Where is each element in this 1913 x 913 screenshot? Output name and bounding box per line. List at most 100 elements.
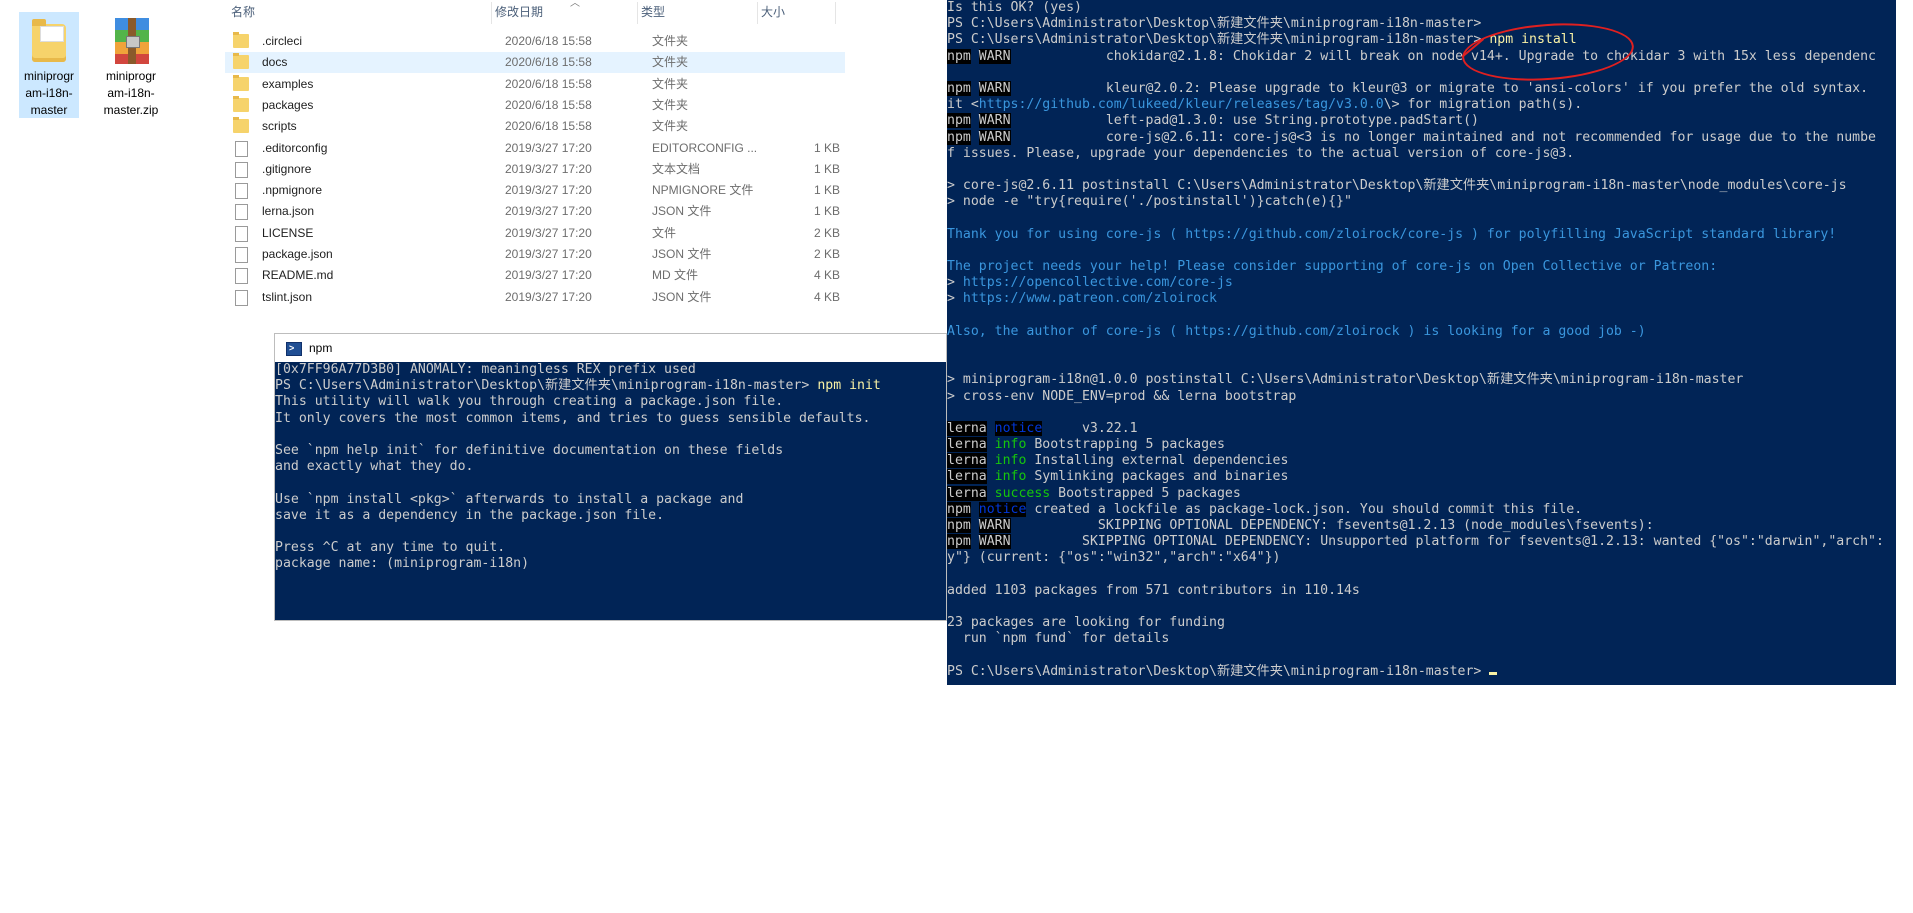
file-name: lerna.json — [262, 204, 315, 219]
file-type: JSON 文件 — [652, 247, 712, 261]
desktop-icon-zip[interactable]: miniprogram-i18n-master.zip — [101, 12, 161, 118]
desktop-icon-label: miniprogram-i18n-master.zip — [103, 69, 159, 117]
terminal-line: npm WARN chokidar@2.1.8: Chokidar 2 will… — [947, 48, 1876, 64]
desktop-icon-folder[interactable]: miniprogram-i18n-master — [19, 12, 79, 118]
file-date: 2020/6/18 15:58 — [505, 55, 592, 70]
file-row[interactable]: examples 2020/6/18 15:58 文件夹 — [225, 74, 845, 95]
file-row[interactable]: .gitignore 2019/3/27 17:20 文本文档 1 KB — [225, 159, 845, 180]
file-type: EDITORCONFIG ... — [652, 140, 758, 155]
file-name: .npmignore — [262, 183, 323, 198]
file-type: 文件夹 — [652, 76, 689, 91]
file-name: README.md — [262, 268, 334, 283]
file-name: .gitignore — [262, 161, 312, 176]
file-row[interactable]: packages 2020/6/18 15:58 文件夹 — [225, 95, 845, 116]
file-type: 文件夹 — [652, 97, 689, 112]
powershell-terminal[interactable]: Is this OK? (yes) PS C:\Users\Administrat… — [947, 0, 1896, 685]
file-date: 2019/3/27 17:20 — [505, 247, 592, 261]
terminal-line: lerna info Bootstrapping 5 packages — [947, 437, 1225, 453]
terminal-line: > miniprogram-i18n@1.0.0 postinstall C:\… — [947, 372, 1744, 388]
file-date: 2020/6/18 15:58 — [505, 119, 592, 134]
folder-icon — [233, 32, 249, 48]
terminal-line: lerna success Bootstrapped 5 packages — [947, 485, 1241, 501]
file-name: scripts — [262, 119, 297, 134]
file-row[interactable]: docs 2020/6/18 15:58 文件夹 — [225, 52, 845, 74]
column-header-type[interactable]: 类型 — [641, 0, 665, 24]
column-header-size[interactable]: 大小 — [761, 0, 785, 24]
file-type: 文件夹 — [652, 55, 689, 70]
file-size: 1 KB — [813, 140, 840, 155]
file-date: 2020/6/18 15:58 — [505, 97, 592, 112]
zip-archive-icon — [110, 16, 152, 66]
file-icon — [235, 268, 248, 285]
file-row[interactable]: .circleci 2020/6/18 15:58 文件夹 — [225, 31, 845, 52]
terminal-line: f issues. Please, upgrade your dependenc… — [947, 145, 1575, 161]
terminal-line: PS C:\Users\Administrator\Desktop\新建文件夹\… — [947, 16, 1482, 32]
terminal-line: Press ^C at any time to quit. — [275, 540, 506, 556]
file-type: 文本文档 — [652, 161, 701, 176]
terminal-line: and exactly what they do. — [275, 459, 474, 475]
file-row[interactable]: README.md 2019/3/27 17:20 MD 文件 4 KB — [225, 265, 845, 286]
file-row[interactable]: scripts 2020/6/18 15:58 文件夹 — [225, 116, 845, 137]
file-name: examples — [262, 76, 314, 91]
terminal-line: package name: (miniprogram-i18n) — [275, 556, 530, 572]
terminal-line: npm WARN core-js@2.6.11: core-js@<3 is n… — [947, 129, 1876, 145]
terminal-line: It only covers the most common items, an… — [275, 410, 871, 426]
file-type: JSON 文件 — [652, 204, 712, 219]
terminal-line: > core-js@2.6.11 postinstall C:\Users\Ad… — [947, 178, 1847, 194]
file-type: 文件 — [652, 225, 677, 240]
file-name: tslint.json — [262, 289, 313, 304]
terminal-line: Is this OK? (yes) — [947, 0, 1082, 15]
terminal-line: run `npm fund` for details — [947, 631, 1170, 647]
file-row[interactable]: LICENSE 2019/3/27 17:20 文件 2 KB — [225, 223, 845, 244]
terminal-line: [0x7FF96A77D3B0] ANOMALY: meaningless RE… — [275, 362, 696, 377]
file-row[interactable]: package.json 2019/3/27 17:20 JSON 文件 2 KB — [225, 244, 845, 265]
file-icon — [235, 140, 248, 157]
folder-icon — [233, 117, 249, 134]
terminal-line: PS C:\Users\Administrator\Desktop\新建文件夹\… — [947, 32, 1577, 48]
powershell-icon — [286, 334, 302, 362]
folder-icon — [233, 95, 249, 112]
file-type: MD 文件 — [652, 268, 698, 283]
terminal-line: npm notice created a lockfile as package… — [947, 501, 1583, 517]
terminal-line: lerna notice v3.22.1 — [947, 420, 1138, 436]
column-header-name[interactable]: 名称 — [231, 0, 255, 24]
terminal-line: Use `npm install <pkg>` afterwards to in… — [275, 491, 744, 507]
file-row[interactable]: .editorconfig 2019/3/27 17:20 EDITORCONFIG… — [225, 138, 845, 159]
file-size: 2 KB — [813, 247, 840, 261]
file-date: 2019/3/27 17:20 — [505, 204, 592, 219]
terminal-line: > https://opencollective.com/core-js — [947, 275, 1233, 291]
file-name: packages — [262, 97, 314, 112]
sort-up-icon[interactable]: ︿ — [570, 0, 580, 9]
file-date: 2019/3/27 17:20 — [505, 289, 592, 304]
terminal-line: save it as a dependency in the package.j… — [275, 507, 665, 523]
file-name: LICENSE — [262, 225, 314, 240]
window-title: npm — [309, 341, 333, 355]
folder-icon — [233, 74, 249, 91]
file-size: 4 KB — [813, 268, 840, 283]
terminal-output[interactable]: [0x7FF96A77D3B0] ANOMALY: meaningless RE… — [275, 362, 946, 620]
file-icon — [235, 247, 248, 263]
file-row[interactable]: .npmignore 2019/3/27 17:20 NPMIGNORE 文件 1 K… — [225, 180, 845, 201]
terminal-line: PS C:\Users\Administrator\Desktop\新建文件夹\… — [947, 664, 1896, 680]
window-titlebar[interactable]: npm — [275, 334, 946, 362]
file-row[interactable]: lerna.json 2019/3/27 17:20 JSON 文件 1 KB — [225, 201, 845, 222]
terminal-line: PS C:\Users\Administrator\Desktop\新建文件夹\… — [275, 378, 881, 394]
column-header-date[interactable]: 修改日期 — [495, 0, 543, 24]
terminal-line: it <https://github.com/lukeed/kleur/rele… — [947, 97, 1583, 113]
file-icon — [235, 183, 248, 200]
file-row[interactable]: tslint.json 2019/3/27 17:20 JSON 文件 4 KB — [225, 287, 845, 308]
terminal-line: > cross-env NODE_ENV=prod && lerna boots… — [947, 388, 1297, 404]
file-date: 2019/3/27 17:20 — [505, 225, 592, 240]
terminal-line: The project needs your help! Please cons… — [947, 259, 1718, 274]
npm-terminal-window[interactable]: npm [0x7FF96A77D3B0] ANOMALY: meaningles… — [274, 333, 947, 621]
